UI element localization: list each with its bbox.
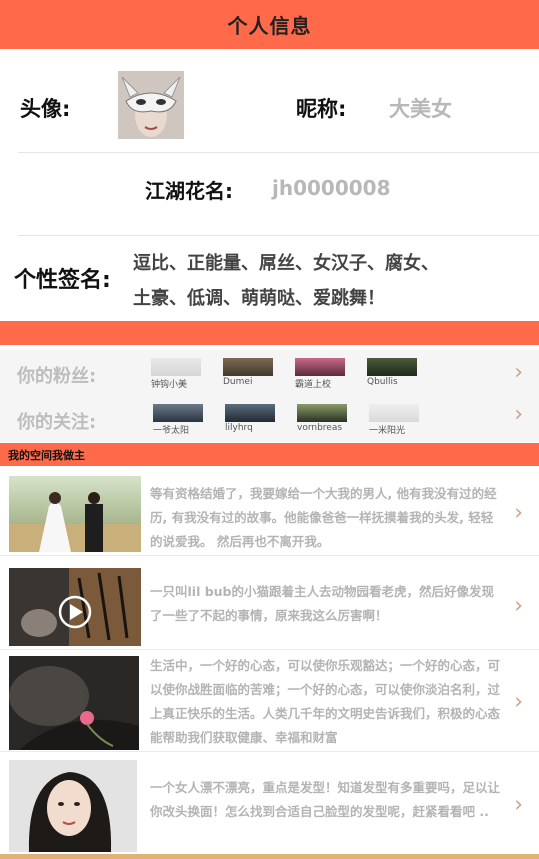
fan-avatar[interactable] xyxy=(151,358,201,376)
post-text: 等有资格结婚了，我要嫁给一个大我的男人, 他有我没有过的经历, 有我没有过的故事… xyxy=(150,486,497,549)
signature-line-1: 逗比、正能量、屌丝、女汉子、腐女、 xyxy=(133,253,439,274)
accent-bar xyxy=(0,321,539,345)
alias-label: 江湖花名: xyxy=(145,179,233,203)
avatar-label: 头像: xyxy=(20,97,71,121)
chevron-right-icon[interactable]: › xyxy=(514,360,523,385)
post-text: 一只叫lil bub的小猫跟着主人去动物园看老虎，然后好像发现了一些了不起的事情… xyxy=(150,584,495,623)
post-item[interactable]: 等有资格结婚了，我要嫁给一个大我的男人, 他有我没有过的经历, 有我没有过的故事… xyxy=(0,470,539,556)
alias-value: jh0000008 xyxy=(272,176,391,200)
chevron-right-icon[interactable]: › xyxy=(514,402,523,427)
fan-avatar[interactable] xyxy=(223,358,273,376)
following-label: 你的关注: xyxy=(17,412,97,433)
following-name: vornbreas xyxy=(297,423,343,433)
play-icon[interactable] xyxy=(60,591,92,623)
chevron-right-icon[interactable]: › xyxy=(514,593,523,618)
space-section-title: 我的空间我做主 xyxy=(8,449,85,462)
fan-name: 钟钩小美 xyxy=(151,380,188,390)
nickname-value: 大美女 xyxy=(389,97,452,121)
space-section-header: 我的空间我做主 xyxy=(0,443,539,466)
page-title: 个人信息 xyxy=(227,14,312,38)
post-item[interactable]: 一个女人漂不漂亮，重点是发型！知道发型有多重要吗，足以让你改头换面！怎么找到合适… xyxy=(0,756,539,854)
page-header: 个人信息 xyxy=(0,0,539,49)
following-row[interactable]: 你的关注: 一爷太阳 lilyhrq vornbreas 一米阳光 › xyxy=(0,396,539,442)
bottom-bar xyxy=(0,854,539,859)
chevron-right-icon[interactable]: › xyxy=(514,793,523,818)
fan-name: 霸道上校 xyxy=(295,380,332,390)
following-avatar[interactable] xyxy=(225,404,275,422)
signature-line-2: 土豪、低调、萌萌哒、爱跳舞！ xyxy=(133,288,385,309)
divider xyxy=(18,152,539,153)
post-image[interactable] xyxy=(9,656,139,750)
post-item[interactable]: 生活中，一个好的心态，可以使你乐观豁达；一个好的心态，可以使你战胜面临的苦难；一… xyxy=(0,652,539,752)
following-avatar[interactable] xyxy=(369,404,419,422)
nickname-label: 昵称: xyxy=(296,97,347,121)
avatar-image xyxy=(118,71,184,139)
fan-name: Dumei xyxy=(223,377,253,387)
chevron-right-icon[interactable]: › xyxy=(514,500,523,525)
avatar[interactable] xyxy=(118,71,184,139)
following-avatar[interactable] xyxy=(297,404,347,422)
signature-label: 个性签名: xyxy=(14,268,111,293)
post-text: 一个女人漂不漂亮，重点是发型！知道发型有多重要吗，足以让你改头换面！怎么找到合适… xyxy=(150,780,501,819)
divider xyxy=(18,235,539,236)
post-image-portrait xyxy=(9,760,137,852)
post-text: 生活中，一个好的心态，可以使你乐观豁达；一个好的心态，可以使你战胜面临的苦难；一… xyxy=(150,658,501,745)
post-image-flower xyxy=(9,656,139,750)
fan-avatar[interactable] xyxy=(295,358,345,376)
following-avatar[interactable] xyxy=(153,404,203,422)
fans-label: 你的粉丝: xyxy=(17,366,97,387)
post-image[interactable] xyxy=(9,476,141,552)
chevron-right-icon[interactable]: › xyxy=(514,689,523,714)
fan-avatar[interactable] xyxy=(367,358,417,376)
following-name: 一米阳光 xyxy=(369,426,406,436)
following-name: 一爷太阳 xyxy=(153,426,190,436)
post-item[interactable]: 一只叫lil bub的小猫跟着主人去动物园看老虎，然后好像发现了一些了不起的事情… xyxy=(0,562,539,650)
profile-info: 头像: 昵称: 大美女 江湖花名: jh0000008 个性签名: 逗比、正能量… xyxy=(0,49,539,321)
post-image-wedding xyxy=(9,476,141,552)
fans-row[interactable]: 你的粉丝: 钟钩小美 Dumei 霸道上校 Qbullis › xyxy=(0,350,539,396)
fan-name: Qbullis xyxy=(367,377,398,387)
following-name: lilyhrq xyxy=(225,423,253,433)
post-image[interactable] xyxy=(9,760,137,852)
